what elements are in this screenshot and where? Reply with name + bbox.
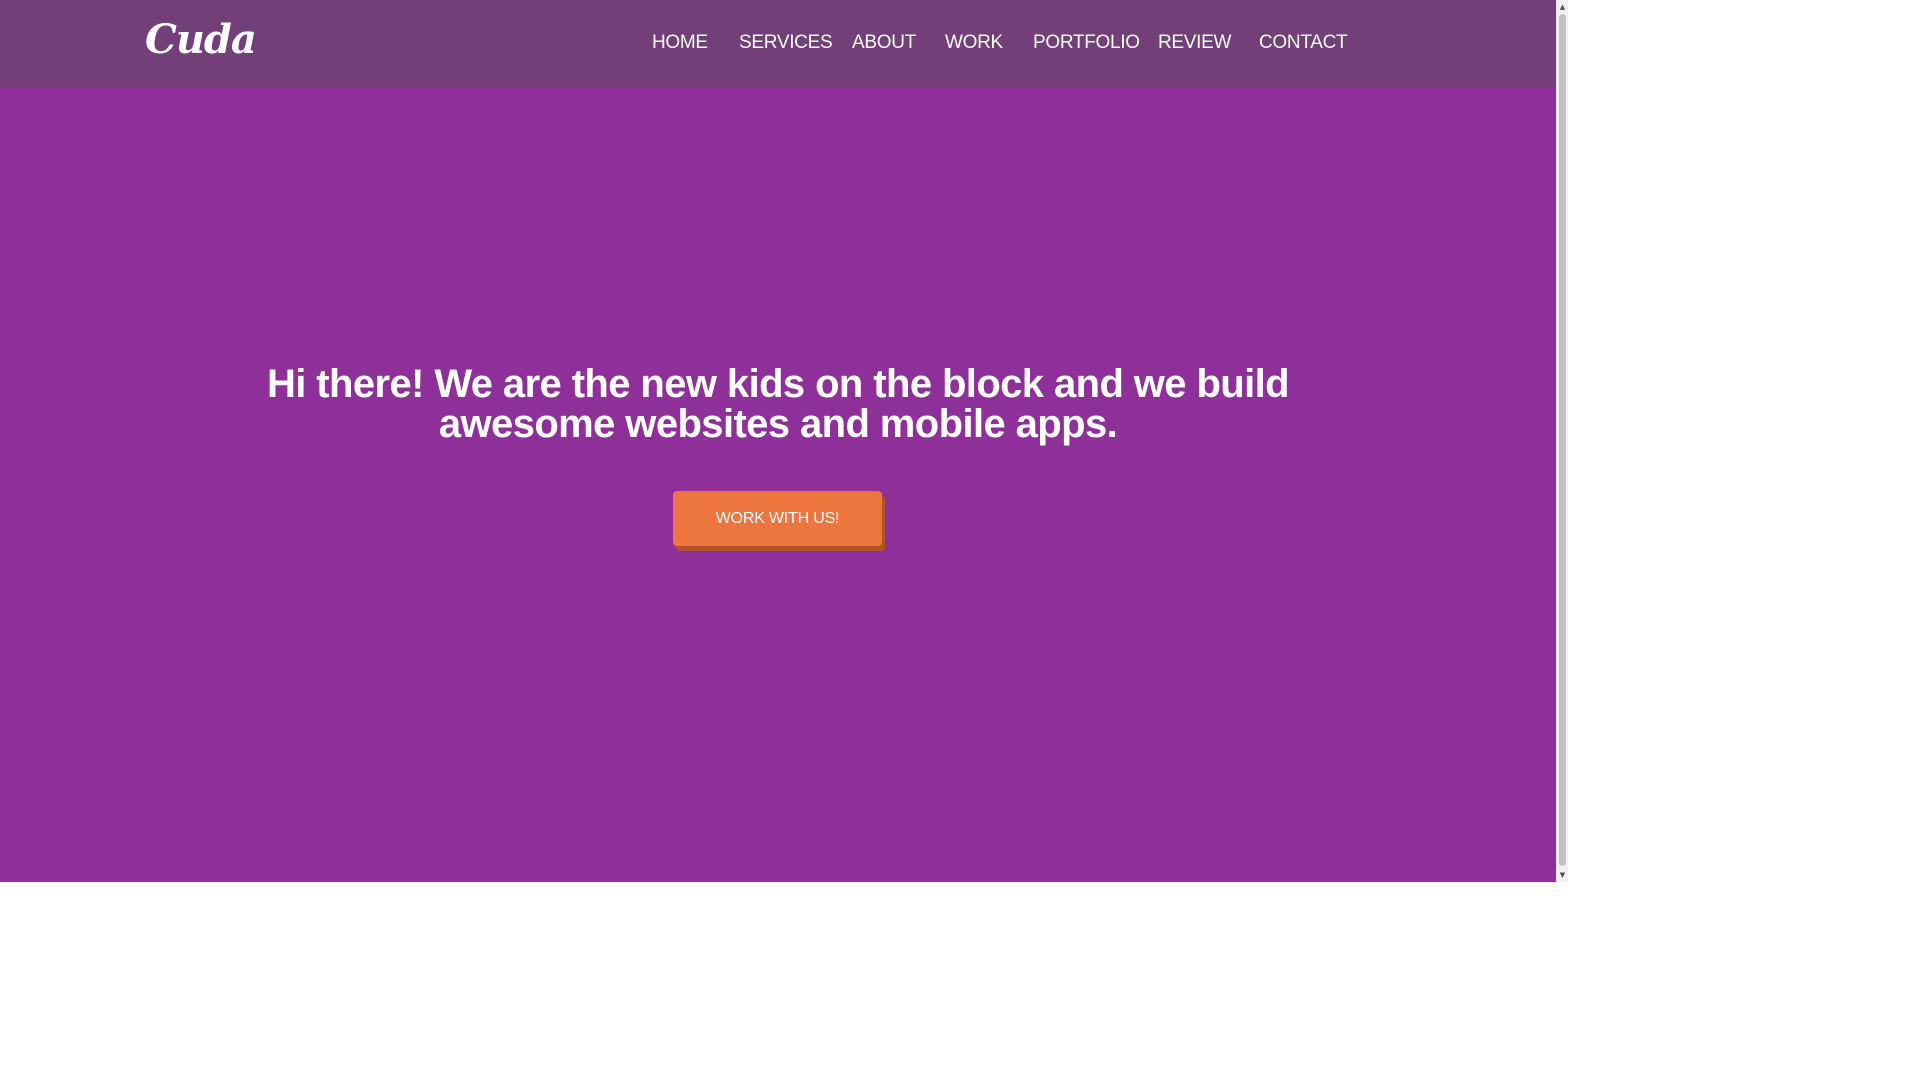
site-logo[interactable]: Cuda [145, 18, 257, 62]
nav-link-review[interactable]: REVIEW [1158, 30, 1231, 56]
work-with-us-button[interactable]: WORK WITH US! [673, 491, 882, 546]
nav-link-contact[interactable]: CONTACT [1259, 30, 1348, 56]
top-navbar: Cuda HOME SERVICES ABOUT WORK PORTFOLIO … [0, 0, 1556, 88]
page: Cuda HOME SERVICES ABOUT WORK PORTFOLIO … [0, 0, 1556, 882]
scroll-up-arrow-icon[interactable]: ▲ [1557, 1, 1568, 13]
nav-link-home[interactable]: HOME [652, 30, 708, 56]
hero-headline-line-1: Hi there! We are the new kids on the blo… [266, 362, 1290, 406]
nav-link-work[interactable]: WORK [945, 30, 1003, 56]
scrollbar-thumb[interactable] [1559, 14, 1566, 866]
scroll-down-arrow-icon[interactable]: ▼ [1557, 869, 1568, 881]
nav-link-portfolio[interactable]: PORTFOLIO [1033, 30, 1140, 56]
nav-link-about[interactable]: ABOUT [852, 30, 916, 56]
nav-link-services[interactable]: SERVICES [739, 30, 833, 56]
vertical-scrollbar[interactable]: ▲ ▼ [1556, 0, 1568, 882]
hero-headline-line-2: awesome websites and mobile apps. [438, 402, 1118, 446]
hero-headline: Hi there! We are the new kids on the blo… [240, 364, 1316, 444]
